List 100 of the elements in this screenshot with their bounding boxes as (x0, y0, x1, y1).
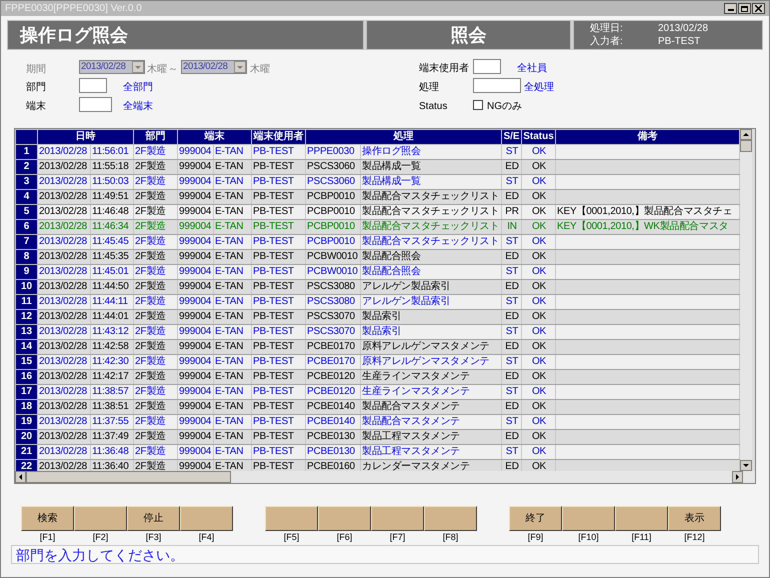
corner-header (16, 130, 38, 144)
function-key-button[interactable] (562, 506, 615, 531)
function-key-button[interactable] (74, 506, 127, 531)
row-number: 9 (16, 264, 38, 280)
row-number: 1 (16, 144, 38, 160)
info-label: 入力者: (590, 36, 624, 48)
column-header: 備考 (556, 130, 740, 144)
column-header: 端末使用者 (252, 130, 306, 144)
row-number: 17 (16, 384, 38, 400)
column-header: S/E (502, 130, 522, 144)
checkbox-label: NGのみ (487, 100, 522, 114)
row-number: 15 (16, 354, 38, 370)
key-label: [F10] (578, 532, 599, 543)
field-label: 部門 (26, 80, 46, 95)
field-label: 期間 (26, 62, 46, 77)
function-key-button[interactable] (615, 506, 668, 531)
function-key-button[interactable] (371, 506, 424, 531)
scroll-left-button[interactable] (15, 471, 26, 483)
right-arrow-icon (736, 474, 739, 480)
weekday-label: 木曜 (250, 62, 270, 77)
close-icon (755, 5, 762, 12)
input-field[interactable] (473, 78, 521, 93)
minimize-icon (728, 9, 734, 11)
left-arrow-icon (19, 474, 22, 480)
row-number: 18 (16, 400, 38, 414)
row-number: 14 (16, 340, 38, 354)
column-header: 処理 (306, 130, 502, 144)
link[interactable]: 全社員 (517, 61, 547, 76)
key-label: [F9] (528, 532, 544, 543)
function-key-button[interactable]: 停止 (127, 506, 180, 531)
scroll-up-button[interactable] (740, 129, 752, 140)
link[interactable]: 全部門 (123, 80, 153, 95)
info-value: PB-TEST (658, 36, 700, 48)
maximize-button[interactable] (738, 3, 751, 14)
input-field[interactable] (79, 78, 107, 93)
row-number: 21 (16, 444, 38, 460)
function-key-button[interactable]: 検索 (21, 506, 74, 531)
row-number: 6 (16, 220, 38, 234)
dropdown-arrow-icon (135, 66, 141, 68)
row-number: 19 (16, 414, 38, 430)
function-key-button[interactable] (180, 506, 233, 531)
key-label: [F11] (632, 532, 652, 543)
down-arrow-icon (743, 464, 749, 467)
function-key-button[interactable] (424, 506, 477, 531)
link[interactable]: 全処理 (524, 80, 554, 95)
scroll-down-button[interactable] (740, 460, 752, 471)
row-number: 12 (16, 310, 38, 324)
key-label: [F2] (92, 532, 108, 543)
message-text: 部門を入力してください。 (16, 548, 184, 562)
field-label: 端末 (26, 100, 46, 114)
column-header: 日時 (38, 130, 134, 144)
row-number: 5 (16, 204, 38, 220)
key-label: [F4] (198, 532, 214, 543)
scroll-thumb[interactable] (26, 471, 231, 483)
field-label: 処理 (419, 81, 439, 95)
link[interactable]: 全端末 (123, 99, 153, 114)
minimize-button[interactable] (724, 3, 737, 14)
column-header: Status (522, 130, 556, 144)
weekday-label: 木曜 (147, 62, 167, 77)
column-header: 部門 (134, 130, 178, 144)
row-number: 20 (16, 430, 38, 444)
scroll-right-button[interactable] (732, 471, 743, 483)
key-label: [F3] (146, 532, 162, 543)
scroll-thumb[interactable] (740, 140, 752, 152)
mode-label: 照会 (450, 24, 486, 46)
key-label: [F7] (390, 532, 406, 543)
close-button[interactable] (752, 3, 765, 14)
key-label: [F5] (284, 532, 300, 543)
key-label: [F8] (442, 532, 458, 543)
row-number: 7 (16, 234, 38, 250)
function-key-button[interactable] (265, 506, 318, 531)
row-number: 4 (16, 190, 38, 204)
maximize-icon (741, 6, 748, 12)
row-number: 22 (16, 460, 38, 471)
info-label: 処理日: (590, 22, 624, 34)
row-number: 10 (16, 280, 38, 294)
input-field[interactable] (473, 59, 501, 74)
vertical-scrollbar[interactable] (740, 129, 752, 471)
dropdown-arrow-icon (237, 66, 243, 68)
checkbox[interactable] (473, 100, 483, 110)
row-number: 11 (16, 294, 38, 310)
function-key-button[interactable]: 表示 (668, 506, 721, 531)
column-header: 端末 (178, 130, 252, 144)
row-number: 8 (16, 250, 38, 264)
key-label: [F1] (40, 532, 56, 543)
screen-title: 操作ログ照会 (20, 24, 128, 46)
horizontal-scrollbar[interactable] (15, 471, 755, 483)
key-label: [F12] (684, 532, 705, 543)
row-number: 13 (16, 324, 38, 340)
function-key-button[interactable] (318, 506, 371, 531)
field-label: Status (419, 100, 448, 114)
field-label: 端末使用者 (419, 62, 469, 76)
range-separator: ～ (168, 63, 178, 77)
input-field[interactable] (79, 97, 112, 112)
info-value: 2013/02/28 (658, 22, 708, 34)
up-arrow-icon (743, 133, 749, 136)
function-key-button[interactable]: 終了 (509, 506, 562, 531)
row-number: 2 (16, 160, 38, 174)
key-label: [F6] (336, 532, 352, 543)
row-number: 16 (16, 370, 38, 384)
